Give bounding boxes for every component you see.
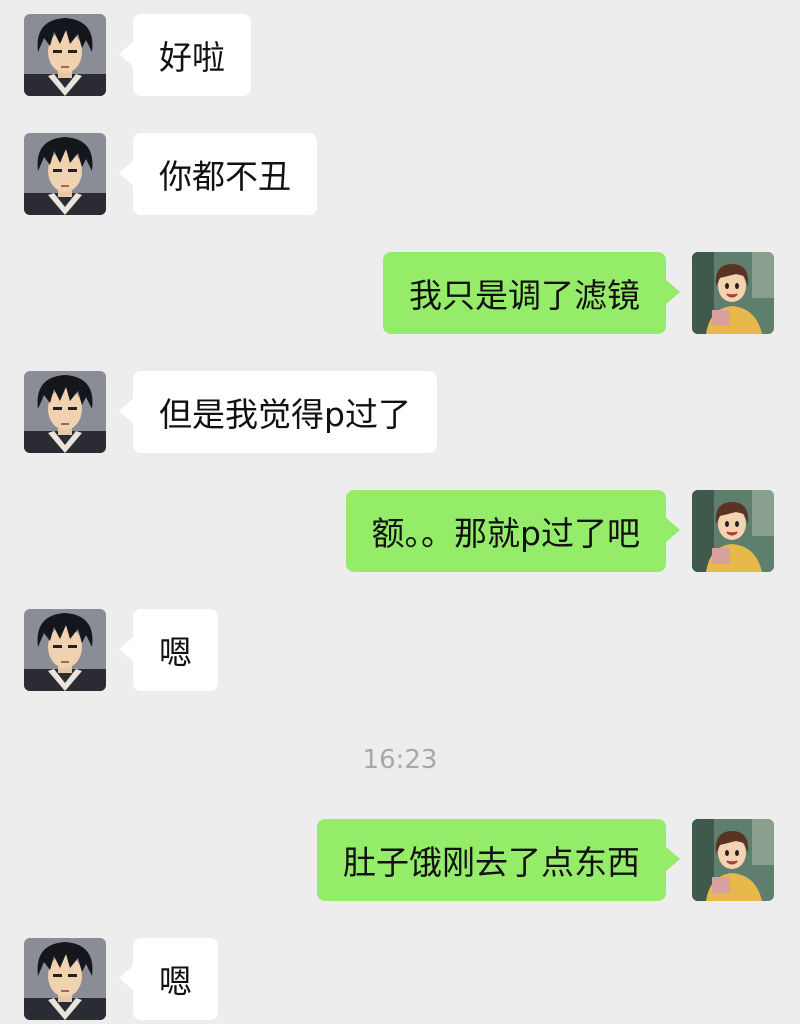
message-bubble-outgoing[interactable]: 额。。那就p过了吧 [345,490,681,572]
message-text: 肚子饿刚去了点东西 [343,843,640,882]
message-bubble-incoming[interactable]: 你都不丑 [119,133,317,215]
message-bubble-outgoing[interactable]: 我只是调了滤镜 [383,252,680,334]
message-text: 嗯 [159,962,192,1001]
message-text: 好啦 [159,38,225,77]
message-bubble-incoming[interactable]: 但是我觉得p过了 [119,371,437,453]
my-avatar-icon[interactable] [692,252,774,334]
message-bubble-incoming[interactable]: 嗯 [119,938,218,1020]
contact-avatar-icon[interactable] [24,14,106,96]
my-avatar-icon[interactable] [692,490,774,572]
my-avatar-icon[interactable] [692,819,774,901]
contact-avatar-icon[interactable] [24,609,106,691]
contact-avatar-icon[interactable] [24,938,106,1020]
message-text: 额。。那就p过了吧 [371,514,640,553]
message-bubble-incoming[interactable]: 好啦 [119,14,251,96]
message-text: 我只是调了滤镜 [409,276,640,315]
contact-avatar-icon[interactable] [24,371,106,453]
message-text: 嗯 [159,633,192,672]
message-bubble-incoming[interactable]: 嗯 [119,609,218,691]
message-text: 但是我觉得p过了 [159,395,411,434]
chat-timestamp: 16:23 [362,745,438,775]
message-text: 你都不丑 [159,157,291,196]
message-bubble-outgoing[interactable]: 肚子饿刚去了点东西 [317,819,680,901]
contact-avatar-icon[interactable] [24,133,106,215]
